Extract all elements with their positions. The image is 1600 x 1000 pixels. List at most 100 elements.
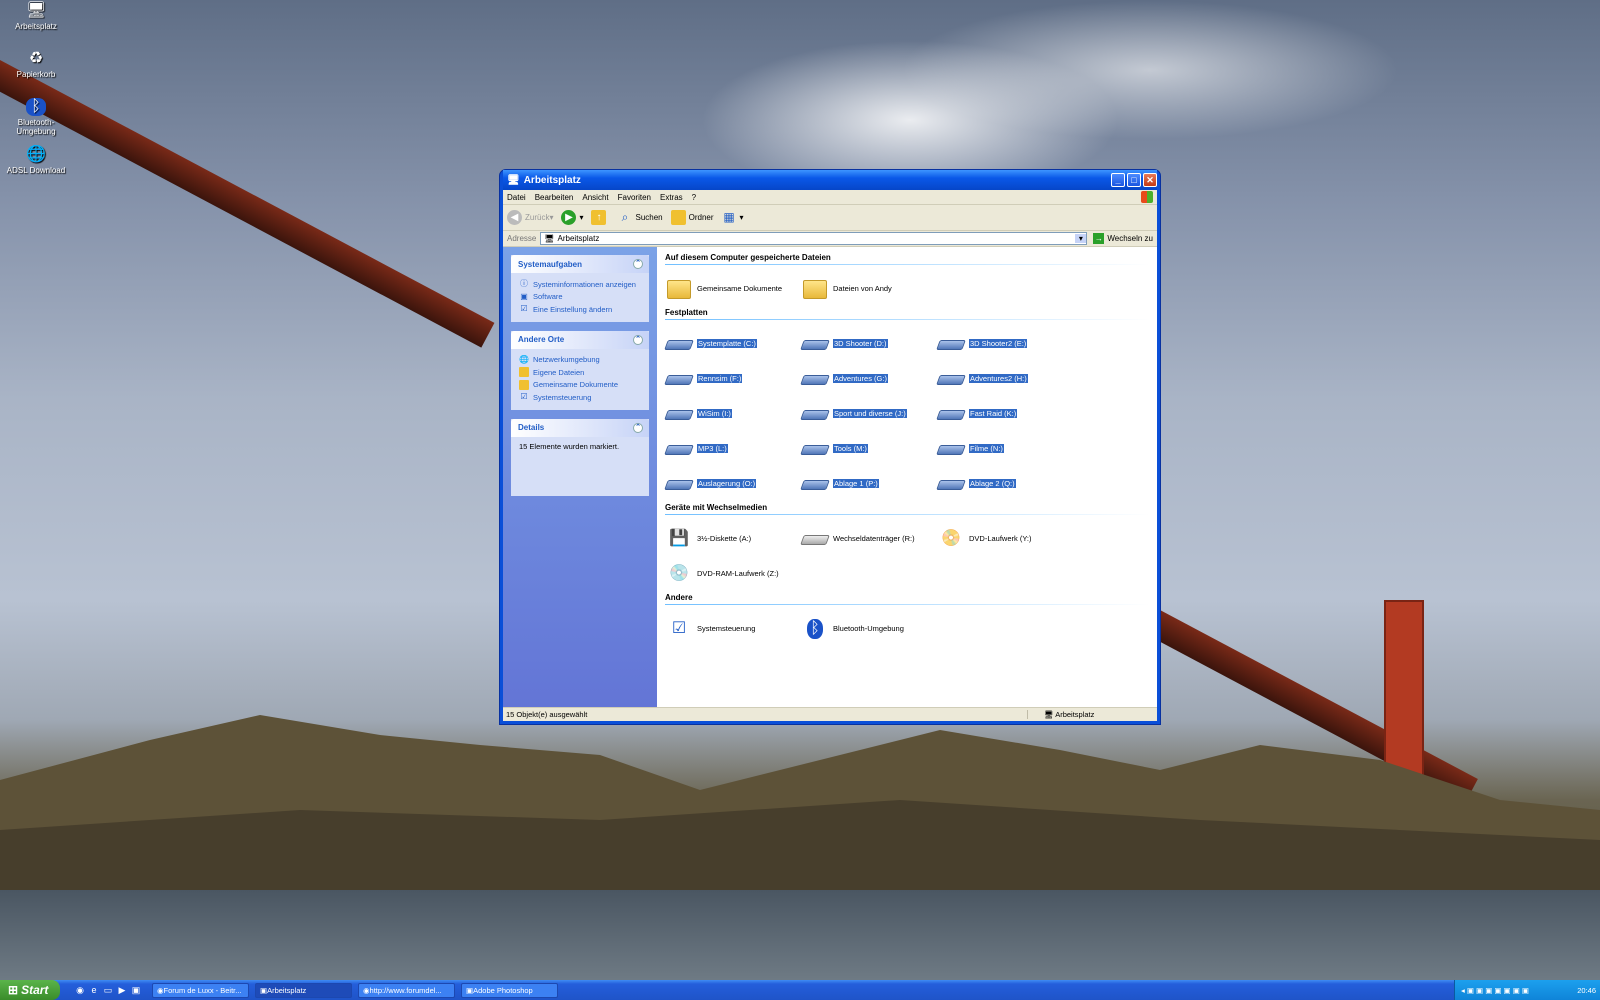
address-input[interactable]: 🖥 Arbeitsplatz ▾	[540, 232, 1088, 245]
panel-title: Andere Orte	[518, 335, 565, 344]
desktop-icon-papierkorb[interactable]: ♻ Papierkorb	[0, 50, 72, 79]
close-button[interactable]: ✕	[1143, 173, 1157, 187]
search-label: Suchen	[635, 213, 663, 222]
title-bar[interactable]: 🖥 Arbeitsplatz _ □ ✕	[503, 170, 1157, 190]
item-label: Adventures (G:)	[833, 374, 888, 383]
collapse-chevron-icon[interactable]: ⌃	[633, 259, 643, 269]
drive-item[interactable]: 3D Shooter2 (E:)	[936, 326, 1073, 361]
drive-item[interactable]: Filme (N:)	[936, 431, 1073, 466]
link-shared-documents[interactable]: Gemeinsame Dokumente	[519, 379, 642, 392]
hard-drive-icon	[664, 437, 694, 461]
item-label: Fast Raid (K:)	[969, 409, 1018, 418]
folder-up-icon: ↑	[591, 210, 607, 225]
link-control-panel[interactable]: ☑ Systemsteuerung	[519, 391, 642, 404]
recycle-bin-icon: ♻	[28, 50, 44, 67]
link-network[interactable]: 🌐 Netzwerkumgebung	[519, 354, 642, 367]
drive-item[interactable]: Auslagerung (O:)	[664, 466, 801, 501]
menu-help[interactable]: ?	[692, 193, 696, 202]
link-my-documents[interactable]: Eigene Dateien	[519, 366, 642, 379]
link-software[interactable]: ▣ Software	[519, 291, 642, 304]
hard-drive-icon	[800, 472, 830, 496]
drive-item[interactable]: MP3 (L:)	[664, 431, 801, 466]
drive-item[interactable]: Fast Raid (K:)	[936, 396, 1073, 431]
views-button[interactable]: ▦ ▾	[722, 210, 743, 225]
forward-button[interactable]: ▶ ▾	[561, 210, 583, 225]
item-label: Ablage 2 (Q:)	[969, 479, 1016, 488]
clock[interactable]: 20:46	[1577, 986, 1596, 995]
drive-item[interactable]: Ablage 1 (P:)	[800, 466, 937, 501]
desktop-icon-arbeitsplatz[interactable]: 🖥 Arbeitsplatz	[0, 2, 72, 31]
item-label: Sport und diverse (J:)	[833, 409, 907, 418]
link-label: Systemsteuerung	[533, 392, 592, 402]
item-label: Rennsim (F:)	[697, 374, 743, 383]
ie-icon[interactable]: e	[88, 984, 100, 996]
menu-bearbeiten[interactable]: Bearbeiten	[535, 193, 574, 202]
list-item[interactable]: ᛒ Bluetooth-Umgebung	[801, 611, 937, 646]
drive-item[interactable]: Systemplatte (C:)	[664, 326, 801, 361]
start-label: Start	[21, 983, 49, 997]
desktop-icon-adsl[interactable]: 🌐 ADSL Download	[0, 146, 72, 175]
dropdown-arrow-icon[interactable]: ▾	[1075, 234, 1087, 243]
drive-item[interactable]: 📀 DVD-Laufwerk (Y:)	[937, 521, 1073, 556]
item-label: MP3 (L:)	[697, 444, 728, 453]
drive-item[interactable]: 💿 DVD-RAM-Laufwerk (Z:)	[665, 556, 801, 591]
drive-item[interactable]: WiSim (I:)	[664, 396, 801, 431]
item-label: Ablage 1 (P:)	[833, 479, 879, 488]
other-places-header[interactable]: Andere Orte ⌃	[511, 330, 649, 349]
media-icon[interactable]: ▶	[116, 984, 128, 996]
desktop-icon[interactable]: ▭	[102, 984, 114, 996]
item-label: Bluetooth-Umgebung	[833, 624, 904, 633]
go-button[interactable]: → Wechseln zu	[1093, 233, 1153, 244]
drive-item[interactable]: Ablage 2 (Q:)	[936, 466, 1073, 501]
list-item[interactable]: ☑ Systemsteuerung	[665, 611, 801, 646]
menu-favoriten[interactable]: Favoriten	[618, 193, 651, 202]
drive-item[interactable]: 3D Shooter (D:)	[800, 326, 937, 361]
group-header-drives: Festplatten	[665, 308, 1149, 320]
drive-item[interactable]: Adventures2 (H:)	[936, 361, 1073, 396]
item-label: WiSim (I:)	[697, 409, 732, 418]
list-item[interactable]: Gemeinsame Dokumente	[665, 271, 801, 306]
folder-icon[interactable]: ▣	[130, 984, 142, 996]
drive-item[interactable]: Adventures (G:)	[800, 361, 937, 396]
system-tasks-header[interactable]: Systemaufgaben ⌃	[511, 255, 649, 273]
taskbar-item-browser[interactable]: ◉ http://www.forumdel...	[358, 982, 455, 998]
menu-datei[interactable]: Datei	[507, 193, 526, 202]
collapse-chevron-icon[interactable]: ⌃	[633, 422, 643, 433]
firefox-icon[interactable]: ◉	[74, 984, 86, 996]
list-item[interactable]: Dateien von Andy	[801, 271, 937, 306]
link-system-info[interactable]: ⓘ Systeminformationen anzeigen	[519, 278, 642, 291]
status-selection: 15 Objekt(e) ausgewählt	[506, 710, 588, 719]
up-button[interactable]: ↑	[591, 210, 609, 225]
search-button[interactable]: ⌕ Suchen	[617, 210, 663, 225]
tray-icons[interactable]: ◂ ▣ ▣ ▣ ▣ ▣ ▣ ▣	[1461, 986, 1529, 995]
maximize-button[interactable]: □	[1127, 173, 1141, 187]
link-change-setting[interactable]: ☑ Eine Einstellung ändern	[519, 303, 642, 316]
back-button[interactable]: ◀ Zurück ▾	[507, 210, 553, 225]
info-icon: ⓘ	[520, 279, 528, 289]
start-button[interactable]: ⊞ Start	[0, 980, 60, 1000]
views-grid-icon: ▦	[723, 210, 735, 224]
drive-item[interactable]: Sport und diverse (J:)	[800, 396, 937, 431]
link-label: Eigene Dateien	[533, 367, 585, 377]
menu-extras[interactable]: Extras	[660, 193, 683, 202]
panel-title: Details	[518, 423, 545, 432]
bluetooth-icon: ᛒ	[26, 98, 46, 116]
drive-item[interactable]: Wechseldatenträger (R:)	[800, 521, 937, 556]
desktop-icon-bluetooth[interactable]: ᛒ Bluetooth-Umgebung	[0, 98, 72, 136]
task-label: Forum de Luxx - Beitr...	[163, 985, 242, 995]
taskbar-item-forum[interactable]: ◉ Forum de Luxx - Beitr...	[152, 982, 249, 998]
hard-drive-icon	[664, 402, 694, 426]
menu-ansicht[interactable]: Ansicht	[582, 193, 608, 202]
taskbar-item-photoshop[interactable]: ▣ Adobe Photoshop	[461, 982, 558, 998]
item-label: DVD-Laufwerk (Y:)	[969, 534, 1032, 543]
drive-item[interactable]: Rennsim (F:)	[664, 361, 801, 396]
folders-button[interactable]: Ordner	[670, 210, 714, 225]
minimize-button[interactable]: _	[1111, 173, 1125, 187]
cloud	[900, 0, 1400, 140]
taskbar-item-arbeitsplatz[interactable]: ▣ Arbeitsplatz	[255, 982, 352, 998]
drive-item[interactable]: 💾 3½-Diskette (A:)	[665, 521, 801, 556]
collapse-chevron-icon[interactable]: ⌃	[633, 334, 643, 345]
drive-item[interactable]: Tools (M:)	[800, 431, 937, 466]
desktop-icon-label: Bluetooth-Umgebung	[16, 118, 56, 136]
details-header[interactable]: Details ⌃	[511, 418, 649, 437]
